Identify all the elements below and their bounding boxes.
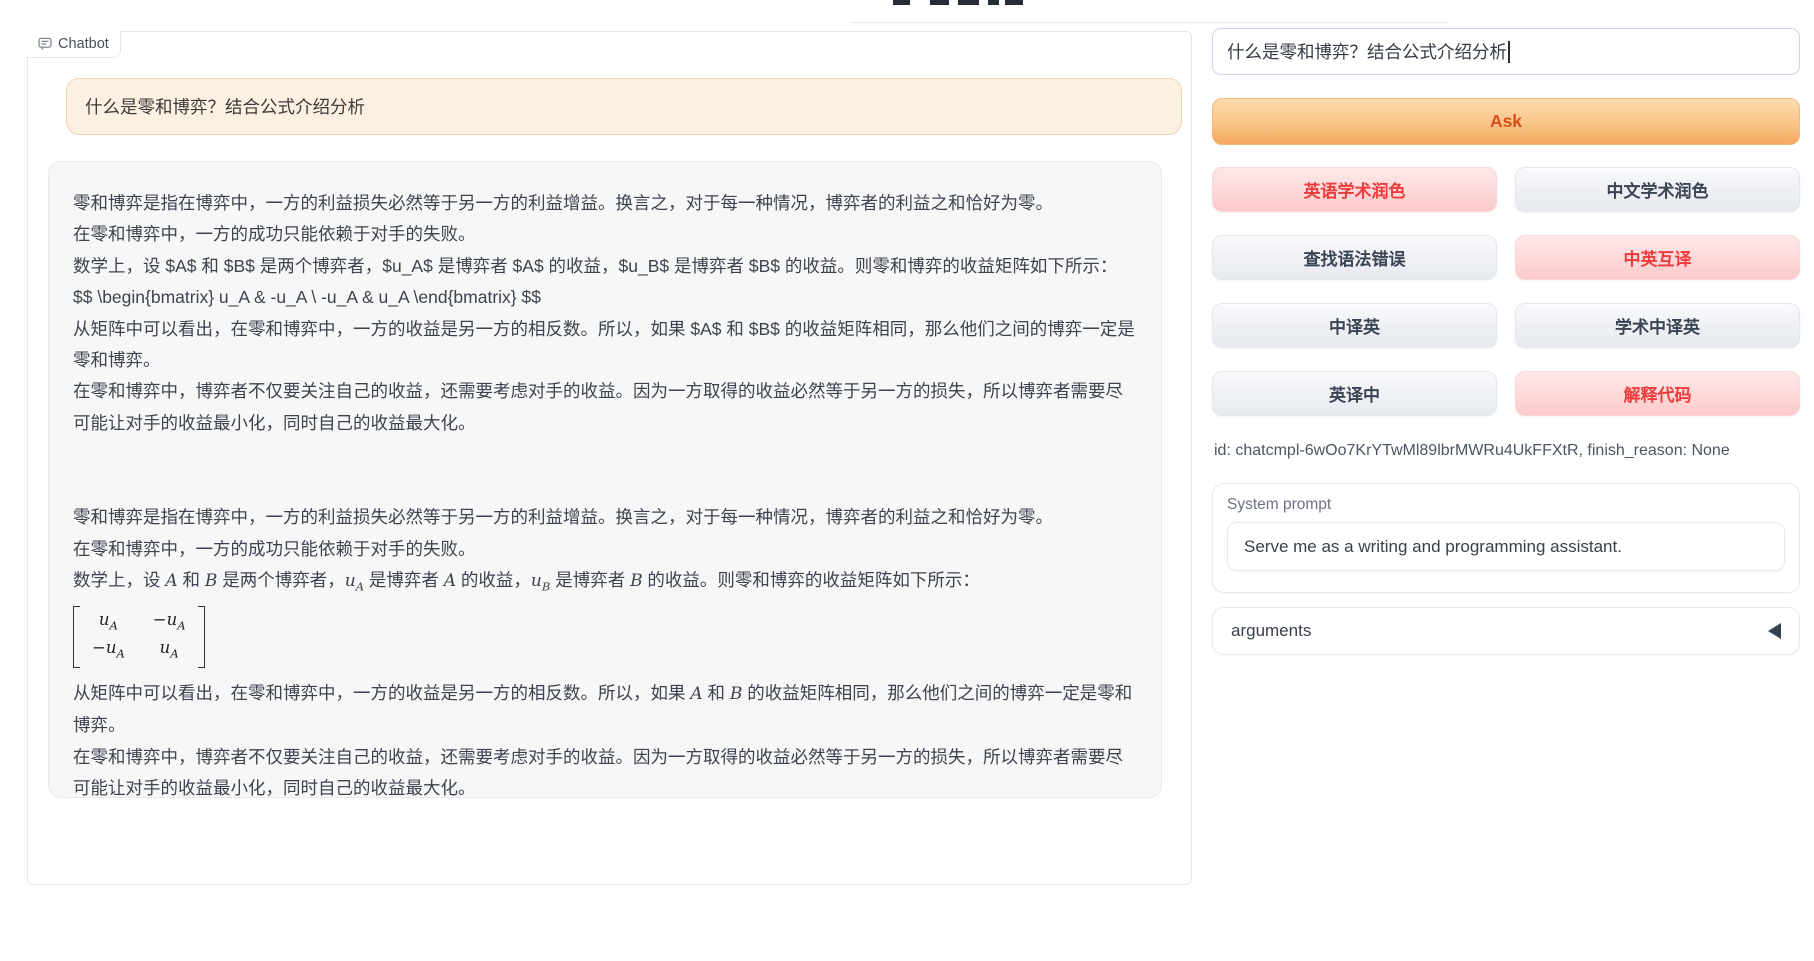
system-prompt-label: System prompt	[1227, 496, 1785, 514]
button-find-grammar-errors[interactable]: 查找语法错误	[1212, 235, 1497, 280]
button-academic-zh-to-en[interactable]: 学术中译英	[1515, 303, 1800, 348]
raw-paragraph-strategy: 在零和博弈中，博弈者不仅要关注自己的收益，还需要考虑对手的收益。因为一方取得的收…	[73, 376, 1137, 439]
arguments-accordion-label: arguments	[1231, 621, 1311, 641]
question-input[interactable]: 什么是零和博弈？结合公式介绍分析	[1212, 28, 1800, 75]
math-var: B	[630, 571, 643, 591]
question-input-value: 什么是零和博弈？结合公式介绍分析	[1227, 39, 1507, 64]
math-var: A	[444, 571, 456, 591]
clipped-page-title	[890, 0, 1040, 6]
matrix-left-bracket	[73, 606, 80, 668]
ask-button[interactable]: Ask	[1212, 98, 1800, 145]
user-message: 什么是零和博弈？结合公式介绍分析	[66, 78, 1182, 135]
button-zh-to-en[interactable]: 中译英	[1212, 303, 1497, 348]
user-message-text: 什么是零和博弈？结合公式介绍分析	[85, 94, 365, 119]
arguments-accordion[interactable]: arguments	[1212, 607, 1800, 655]
payoff-matrix: uA −uA −uA uA	[73, 606, 205, 668]
rendered-line-1: 零和博弈是指在博弈中，一方的利益损失必然等于另一方的利益增益。换言之，对于每一种…	[73, 502, 1137, 533]
bot-answer-raw: 零和博弈是指在博弈中，一方的利益损失必然等于另一方的利益增益。换言之，对于每一种…	[73, 188, 1137, 439]
collapse-arrow-icon	[1768, 623, 1781, 639]
bot-message: 零和博弈是指在博弈中，一方的利益损失必然等于另一方的利益增益。换言之，对于每一种…	[48, 161, 1162, 798]
math-var: A	[690, 684, 702, 704]
chatbot-panel: Chatbot 什么是零和博弈？结合公式介绍分析 零和博弈是指在博弈中，一方的利…	[27, 31, 1192, 885]
rendered-paragraph-strategy: 在零和博弈中，博弈者不仅要关注自己的收益，还需要考虑对手的收益。因为一方取得的收…	[73, 742, 1137, 798]
rendered-paragraph-math-intro: 数学上，设 A 和 B 是两个博弈者，uA 是博弈者 A 的收益，uB 是博弈者…	[73, 565, 1137, 603]
button-zh-en-mutual-translate[interactable]: 中英互译	[1515, 235, 1800, 280]
chat-bubble-icon	[38, 37, 52, 51]
raw-paragraph-matrix-explain: 从矩阵中可以看出，在零和博弈中，一方的收益是另一方的相反数。所以，如果 $A$ …	[73, 314, 1137, 377]
rendered-paragraph-matrix-explain: 从矩阵中可以看出，在零和博弈中，一方的收益是另一方的相反数。所以，如果 A 和 …	[73, 678, 1137, 742]
math-var: u	[531, 571, 542, 591]
chatbot-label-chip: Chatbot	[27, 31, 121, 58]
rendered-line-2: 在零和博弈中，一方的成功只能依赖于对手的失败。	[73, 534, 1137, 565]
app-page: Chatbot 什么是零和博弈？结合公式介绍分析 零和博弈是指在博弈中，一方的利…	[0, 0, 1814, 961]
raw-line-2: 在零和博弈中，一方的成功只能依赖于对手的失败。	[73, 219, 1137, 250]
button-en-to-zh[interactable]: 英译中	[1212, 371, 1497, 416]
math-var: B	[730, 684, 743, 704]
button-english-academic-polish[interactable]: 英语学术润色	[1212, 167, 1497, 212]
system-prompt-group: System prompt Serve me as a writing and …	[1212, 483, 1800, 593]
matrix-right-bracket	[198, 606, 205, 668]
math-var: B	[205, 571, 218, 591]
raw-latex-formula: $$ \begin{bmatrix} u_A & -u_A \ -u_A & u…	[73, 282, 1137, 313]
button-explain-code[interactable]: 解释代码	[1515, 371, 1800, 416]
bot-answer-rendered: 零和博弈是指在博弈中，一方的利益损失必然等于另一方的利益增益。换言之，对于每一种…	[73, 502, 1137, 798]
completion-status-text: id: chatcmpl-6wOo7KrYTwMl89lbrMWRu4UkFFX…	[1214, 442, 1800, 460]
control-column: 什么是零和博弈？结合公式介绍分析 Ask 英语学术润色 中文学术润色 查找语法错…	[1212, 0, 1800, 961]
raw-paragraph-math-intro: 数学上，设 $A$ 和 $B$ 是两个博弈者，$u_A$ 是博弈者 $A$ 的收…	[73, 251, 1137, 282]
system-prompt-input[interactable]: Serve me as a writing and programming as…	[1227, 522, 1785, 571]
text-cursor	[1508, 41, 1510, 63]
math-var: u	[345, 571, 356, 591]
chatbot-label: Chatbot	[58, 36, 109, 52]
raw-line-1: 零和博弈是指在博弈中，一方的利益损失必然等于另一方的利益增益。换言之，对于每一种…	[73, 188, 1137, 219]
button-chinese-academic-polish[interactable]: 中文学术润色	[1515, 167, 1800, 212]
math-var: A	[165, 571, 177, 591]
system-prompt-value: Serve me as a writing and programming as…	[1244, 537, 1622, 557]
